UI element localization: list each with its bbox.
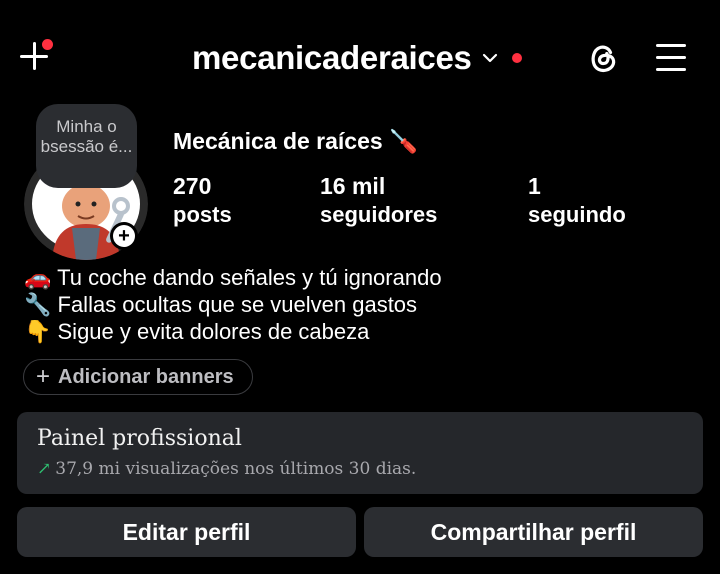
stat-label: posts [173,202,232,227]
bio-line: 🔧 Fallas ocultas que se vuelven gastos [24,292,418,317]
plus-icon: + [113,225,135,247]
stat-followers[interactable]: 16 mil seguidores [320,172,437,230]
stat-label: seguidores [320,202,438,227]
bio: 🚗 Tu coche dando señales y tú ignorando … [24,264,442,345]
stat-value: 270 [173,173,212,199]
plus-icon: + [36,363,51,390]
stat-value: 16 mil [320,173,386,199]
stat-following[interactable]: 1 seguindo [528,172,626,230]
trend-up-icon: ↗ [37,459,52,479]
add-banners-button[interactable]: + Adicionar banners [23,359,253,395]
edit-profile-button[interactable]: Editar perfil [17,507,356,557]
username: mecanicaderaices [192,39,472,76]
create-button[interactable] [16,38,56,78]
add-story-button[interactable]: + [110,222,138,250]
stat-posts[interactable]: 270 posts [173,172,232,230]
dashboard-views-text: 37,9 mi visualizações nos últimos 30 dia… [55,459,417,479]
display-name: Mecánica de raíces 🪛 [173,128,418,154]
notification-dot [511,53,522,63]
notification-dot [42,39,53,50]
bio-line: 🚗 Tu coche dando señales y tú ignorando [24,265,442,290]
account-switcher[interactable]: mecanicaderaices [192,36,522,80]
add-banners-label: Adicionar banners [58,365,234,388]
bio-line: 👇 Sigue y evita dolores de cabeza [24,319,370,344]
share-profile-button[interactable]: Compartilhar perfil [364,507,703,557]
hamburger-icon[interactable] [654,42,690,74]
chevron-down-icon [482,53,497,63]
dashboard-title: Painel profissional [37,426,242,451]
note-bubble[interactable]: Minha o bsessão é... [36,104,137,188]
professional-dashboard[interactable]: Painel profissional ↗ 37,9 mi visualizaçõ… [17,412,703,494]
stat-value: 1 [528,173,541,199]
stat-label: seguindo [528,202,626,227]
dashboard-subtitle: ↗ 37,9 mi visualizações nos últimos 30 di… [37,459,416,479]
threads-icon[interactable] [584,38,624,78]
